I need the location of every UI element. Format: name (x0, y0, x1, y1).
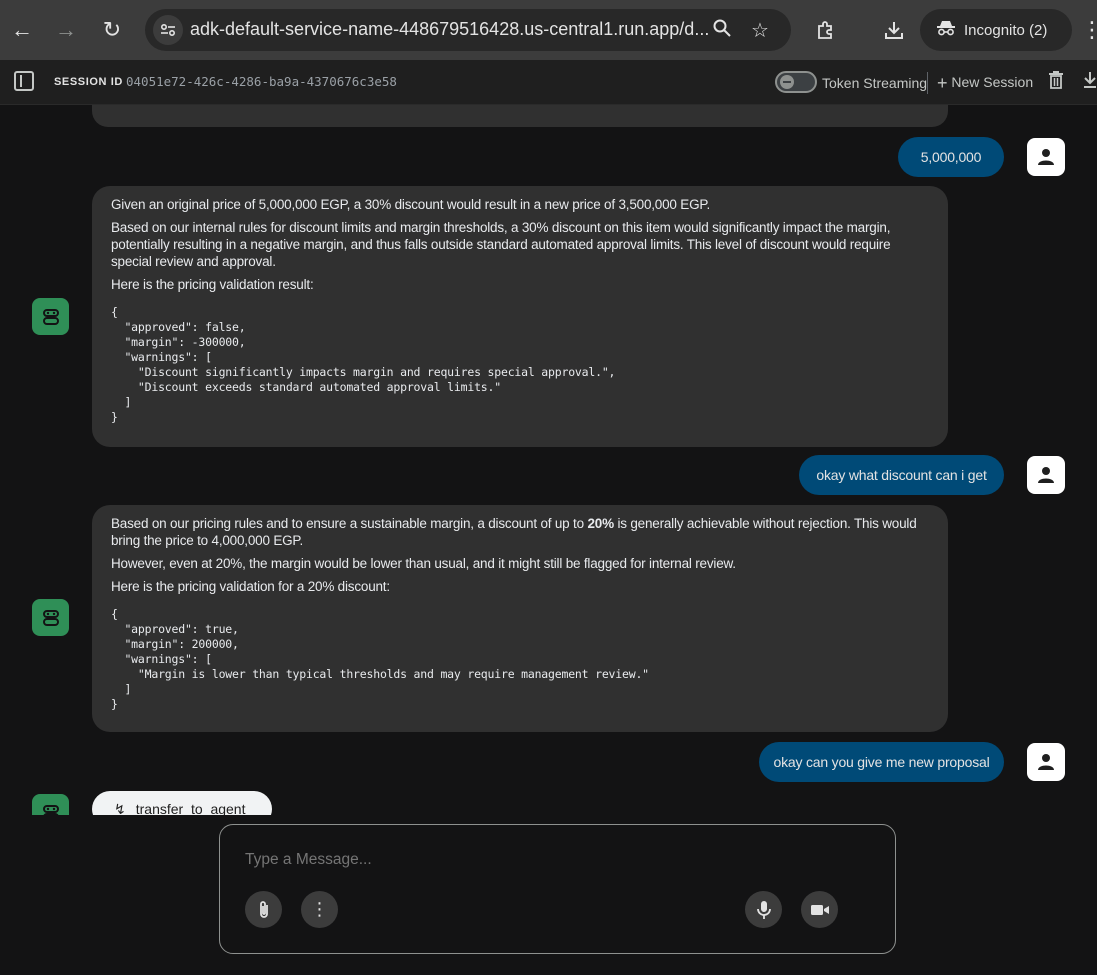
person-icon (1038, 754, 1054, 770)
incognito-profile-button[interactable]: Incognito (2) (920, 9, 1072, 51)
previous-message-bubble (92, 105, 948, 127)
bot-paragraph: Given an original price of 5,000,000 EGP… (111, 197, 710, 212)
chat-messages[interactable]: 5,000,000 Given an original price of 5,0… (0, 105, 1097, 815)
browser-toolbar: ← → ↻ adk-default-service-name-448679516… (0, 0, 1097, 60)
user-avatar (1027, 743, 1065, 781)
code-block: { "approved": true, "margin": 200000, "w… (111, 607, 649, 711)
header-divider (927, 72, 928, 94)
zoom-icon[interactable] (712, 18, 732, 44)
bookmark-star-icon[interactable]: ☆ (751, 18, 769, 43)
reload-icon[interactable]: ↻ (96, 14, 128, 46)
bolt-icon: ↯ (114, 800, 126, 816)
download-icon[interactable] (878, 14, 910, 46)
function-call-chip[interactable]: ↯ transfer_to_agent (92, 791, 272, 815)
token-streaming-label: Token Streaming (822, 75, 928, 91)
toggle-knob (780, 75, 794, 89)
paperclip-icon (259, 900, 268, 918)
function-call-name: transfer_to_agent (135, 801, 246, 815)
bot-paragraph: Based on our pricing rules and to ensure… (111, 515, 929, 549)
attach-file-button[interactable] (245, 891, 282, 928)
bot-paragraph: Here is the pricing validation result: (111, 277, 314, 292)
bot-avatar (32, 599, 69, 636)
video-camera-button[interactable] (801, 891, 838, 928)
video-camera-icon (810, 904, 829, 915)
session-id-value: 04051e72-426c-4286-ba9a-4370676c3e58 (126, 74, 397, 89)
more-vert-icon: ⋮ (310, 899, 329, 919)
bot-message: Based on our pricing rules and to ensure… (92, 505, 948, 732)
user-avatar (1027, 456, 1065, 494)
extensions-icon[interactable] (810, 14, 842, 46)
bot-avatar (32, 794, 69, 815)
plus-icon: + (937, 73, 948, 93)
more-options-button[interactable]: ⋮ (301, 891, 338, 928)
address-bar[interactable]: adk-default-service-name-448679516428.us… (145, 9, 791, 51)
site-settings-icon[interactable] (153, 15, 183, 45)
robot-icon (42, 804, 59, 815)
user-message: okay what discount can i get (799, 455, 1004, 495)
microphone-button[interactable] (745, 891, 782, 928)
microphone-icon (756, 900, 771, 919)
robot-icon (42, 308, 59, 325)
forward-arrow-icon[interactable]: → (50, 14, 82, 46)
bot-paragraph: However, even at 20%, the margin would b… (111, 556, 736, 571)
url-text[interactable]: adk-default-service-name-448679516428.us… (190, 19, 709, 40)
bot-message: Given an original price of 5,000,000 EGP… (92, 186, 948, 447)
back-arrow-icon[interactable]: ← (6, 14, 38, 46)
session-header: SESSION ID 04051e72-426c-4286-ba9a-43706… (0, 60, 1097, 105)
session-id-label: SESSION ID (54, 76, 123, 88)
incognito-label: Incognito (2) (964, 21, 1048, 39)
browser-menu-icon[interactable]: ⋮ (1076, 14, 1097, 46)
incognito-icon (936, 20, 956, 40)
token-streaming-toggle[interactable] (775, 71, 817, 93)
new-session-label: New Session (951, 74, 1034, 90)
bot-bold-text: 20% (587, 516, 614, 531)
robot-icon (42, 609, 59, 626)
side-panel-toggle-icon[interactable] (14, 71, 34, 91)
new-session-button[interactable]: + New Session (937, 73, 1033, 94)
code-block: { "approved": false, "margin": -300000, … (111, 305, 616, 424)
bot-paragraph: Here is the pricing validation for a 20%… (111, 579, 390, 594)
bot-paragraph: Based on our internal rules for discount… (111, 220, 891, 269)
person-icon (1038, 467, 1054, 483)
user-message: okay can you give me new proposal (759, 742, 1004, 782)
bot-text: Based on our pricing rules and to ensure… (111, 516, 588, 531)
user-message: 5,000,000 (898, 137, 1004, 177)
person-icon (1038, 149, 1054, 165)
bot-avatar (32, 298, 69, 335)
delete-session-icon[interactable] (1048, 71, 1064, 94)
message-composer: ⋮ (219, 824, 896, 954)
user-avatar (1027, 138, 1065, 176)
message-input[interactable] (245, 851, 845, 869)
export-download-icon[interactable] (1084, 71, 1096, 94)
